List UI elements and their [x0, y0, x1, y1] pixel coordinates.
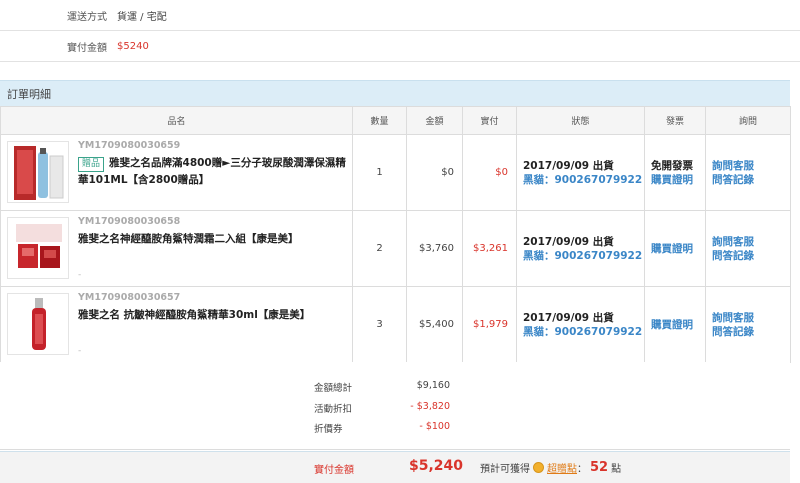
header-inquiry: 詢問	[705, 106, 791, 135]
header-status: 狀態	[516, 106, 645, 135]
ship-date: 2017/09/09 出貨	[523, 312, 614, 324]
ask-service-link[interactable]: 詢問客服	[712, 159, 790, 173]
discount-label: 活動折扣	[314, 404, 353, 415]
subtotal-label: 金額總計	[314, 383, 353, 394]
header-product: 品名	[0, 106, 353, 135]
qa-record-link[interactable]: 問答記錄	[712, 173, 790, 187]
status-cell: 2017/09/09 出貨 黑貓：900267079922	[516, 210, 645, 287]
product-sku: YM1709080030659	[78, 140, 181, 151]
tracking-link[interactable]: 黑貓：900267079922	[523, 325, 644, 339]
qa-record-link[interactable]: 問答記錄	[712, 325, 790, 339]
inquiry-cell: 詢問客服 問答記錄	[705, 134, 791, 211]
order-info: 運送方式 貨運 / 宅配 實付金額 $5240	[0, 0, 800, 62]
coin-icon	[533, 462, 544, 473]
invoice-cell: 購買證明	[644, 286, 706, 363]
shipping-label: 運送方式	[67, 11, 107, 23]
coupon-row: 折價券 - $100	[0, 421, 500, 437]
discount-value: - $3,820	[410, 401, 450, 412]
points-number: 52	[590, 460, 609, 475]
product-cell: YM1709080030658 雅斐之名神經醯胺角鯊特潤霜二入組【康是美】 -	[0, 210, 353, 287]
paid-value: $5240	[117, 40, 149, 52]
product-name[interactable]: 雅斐之名 抗皺神經醯胺角鯊精華30ml【康是美】	[78, 307, 346, 323]
product-image[interactable]	[7, 217, 69, 279]
total-label: 實付金額	[314, 465, 354, 476]
table-row: YM1709080030657 雅斐之名 抗皺神經醯胺角鯊精華30ml【康是美】…	[0, 286, 791, 363]
amount-cell: $5,400	[406, 286, 463, 363]
product-text: YM1709080030657 雅斐之名 抗皺神經醯胺角鯊精華30ml【康是美】	[78, 292, 346, 323]
points-unit: 點	[611, 464, 622, 475]
coupon-label: 折價券	[314, 424, 343, 435]
option-dash: -	[78, 346, 82, 356]
points-info: 預計可獲得 超贈點 ： 52 點	[480, 460, 621, 475]
inquiry-cell: 詢問客服 問答記錄	[705, 210, 791, 287]
product-cell: YM1709080030657 雅斐之名 抗皺神經醯胺角鯊精華30ml【康是美】…	[0, 286, 353, 363]
shipping-row: 運送方式 貨運 / 宅配	[0, 0, 800, 31]
ship-date: 2017/09/09 出貨	[523, 160, 614, 172]
gift-badge: 贈品	[78, 157, 105, 172]
shipping-value: 貨運 / 宅配	[117, 11, 167, 23]
product-name[interactable]: 贈品 雅斐之名品牌滿4800贈►三分子玻尿酸潤澤保濕精華101ML【含2800贈品…	[78, 155, 346, 188]
table-row: YM1709080030658 雅斐之名神經醯胺角鯊特潤霜二入組【康是美】 - …	[0, 210, 791, 287]
points-link[interactable]: 超贈點	[547, 460, 577, 475]
status-cell: 2017/09/09 出貨 黑貓：900267079922	[516, 286, 645, 363]
amount-cell: $3,760	[406, 210, 463, 287]
order-summary: 金額總計 $9,160 活動折扣 - $3,820 折價券 - $100	[0, 362, 790, 450]
option-dash: -	[78, 270, 82, 280]
product-text: YM1709080030659 贈品 雅斐之名品牌滿4800贈►三分子玻尿酸潤澤保…	[78, 140, 346, 188]
table-row: YM1709080030659 贈品 雅斐之名品牌滿4800贈►三分子玻尿酸潤澤保…	[0, 134, 791, 211]
section-title: 訂單明細	[0, 80, 790, 106]
amount-cell: $0	[406, 134, 463, 211]
paid-label: 實付金額	[67, 42, 107, 54]
ship-date: 2017/09/09 出貨	[523, 236, 614, 248]
header-amount: 金額	[406, 106, 463, 135]
purchase-proof-link[interactable]: 購買證明	[651, 242, 705, 256]
tracking-link[interactable]: 黑貓：900267079922	[523, 173, 644, 187]
qty-cell: 2	[352, 210, 407, 287]
product-text: YM1709080030658 雅斐之名神經醯胺角鯊特潤霜二入組【康是美】	[78, 216, 346, 247]
qty-cell: 1	[352, 134, 407, 211]
purchase-proof-link[interactable]: 購買證明	[651, 318, 705, 332]
subtotal-value: $9,160	[416, 380, 450, 391]
status-cell: 2017/09/09 出貨 黑貓：900267079922	[516, 134, 645, 211]
product-image[interactable]	[7, 141, 69, 203]
paid-cell: $1,979	[462, 286, 517, 363]
points-separator: ：	[577, 464, 587, 475]
subtotal-row: 金額總計 $9,160	[0, 380, 500, 396]
inquiry-cell: 詢問客服 問答記錄	[705, 286, 791, 363]
total-value: $5,240	[409, 458, 464, 474]
paid-row: 實付金額 $5240	[0, 31, 800, 62]
product-name-text[interactable]: 雅斐之名品牌滿4800贈►三分子玻尿酸潤澤保濕精華101ML【含2800贈品】	[78, 157, 346, 186]
tracking-link[interactable]: 黑貓：900267079922	[523, 249, 644, 263]
total-bar: 實付金額 $5,240 預計可獲得 超贈點 ： 52 點	[0, 451, 790, 483]
table-header: 品名 數量 金額 實付 狀態 發票 詢問	[0, 106, 791, 135]
paid-cell: $0	[462, 134, 517, 211]
invoice-cell: 購買證明	[644, 210, 706, 287]
paid-cell: $3,261	[462, 210, 517, 287]
product-image[interactable]	[7, 293, 69, 355]
points-prefix: 預計可獲得	[480, 464, 530, 475]
header-paid: 實付	[462, 106, 517, 135]
product-sku: YM1709080030657	[78, 292, 181, 303]
product-cell: YM1709080030659 贈品 雅斐之名品牌滿4800贈►三分子玻尿酸潤澤保…	[0, 134, 353, 211]
ask-service-link[interactable]: 詢問客服	[712, 235, 790, 249]
ask-service-link[interactable]: 詢問客服	[712, 311, 790, 325]
invoice-text: 免開發票	[651, 159, 693, 172]
qa-record-link[interactable]: 問答記錄	[712, 249, 790, 263]
product-sku: YM1709080030658	[78, 216, 181, 227]
header-invoice: 發票	[644, 106, 706, 135]
header-qty: 數量	[352, 106, 407, 135]
purchase-proof-link[interactable]: 購買證明	[651, 173, 705, 187]
product-name[interactable]: 雅斐之名神經醯胺角鯊特潤霜二入組【康是美】	[78, 231, 346, 247]
invoice-cell: 免開發票 購買證明	[644, 134, 706, 211]
qty-cell: 3	[352, 286, 407, 363]
discount-row: 活動折扣 - $3,820	[0, 401, 500, 417]
order-table: 品名 數量 金額 實付 狀態 發票 詢問 YM1709080030659 贈品 …	[0, 106, 791, 363]
coupon-value: - $100	[419, 421, 450, 432]
